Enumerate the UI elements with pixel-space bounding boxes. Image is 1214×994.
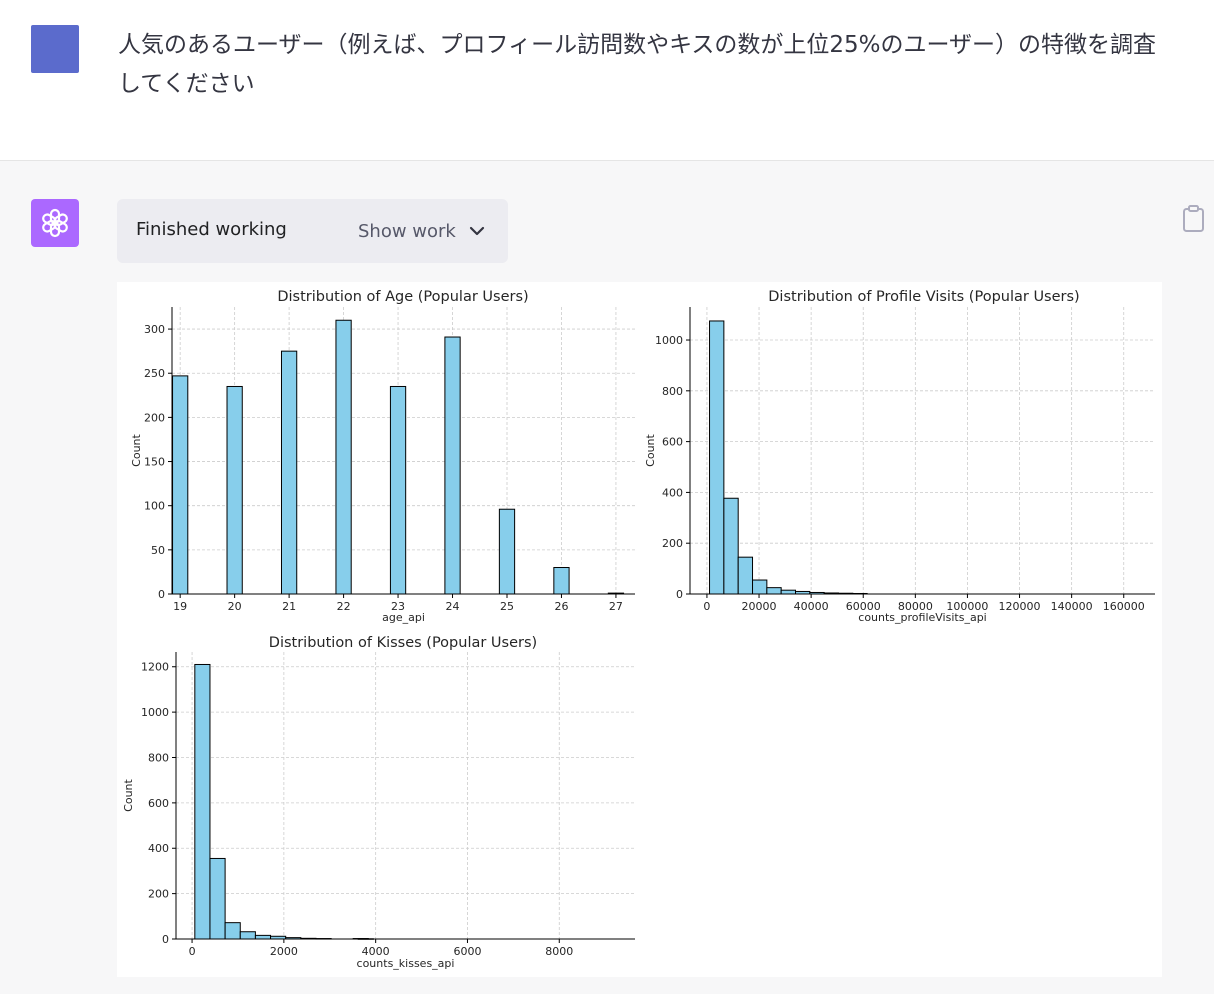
x-tick-label: 160000: [1103, 600, 1145, 613]
bar: [780, 589, 797, 595]
y-tick-label: 50: [151, 544, 165, 557]
openai-logo-icon: [42, 208, 68, 238]
x-tick-label: 22: [337, 600, 351, 613]
x-tick-label: 25: [500, 600, 514, 613]
y-axis-label: Count: [122, 778, 135, 811]
x-tick-label: 2000: [270, 945, 298, 958]
bar: [280, 350, 298, 595]
x-tick-label: 20000: [742, 600, 777, 613]
x-axis-label: counts_profileVisits_api: [858, 611, 986, 624]
y-tick-label: 600: [148, 797, 169, 810]
chart-title: Distribution of Age (Popular Users): [277, 289, 528, 305]
bar: [254, 934, 272, 940]
bar: [389, 385, 407, 595]
y-axis-label: Count: [644, 433, 657, 466]
y-tick-label: 400: [148, 842, 169, 855]
chart-3: 0200400600800100012000 2000 4000 6000 8000Di…: [122, 635, 635, 970]
y-tick-label: 0: [162, 933, 169, 946]
y-tick-label: 800: [148, 751, 169, 764]
bar: [498, 508, 516, 595]
y-tick-label: 1000: [655, 334, 683, 347]
chart-title: Distribution of Profile Visits (Popular …: [768, 289, 1079, 305]
user-message: 人気のあるユーザー（例えば、プロフィール訪問数やキスの数が上位25%のユーザー）…: [0, 0, 1214, 161]
bar: [209, 857, 226, 940]
y-tick-label: 150: [144, 456, 165, 469]
bar: [766, 587, 782, 595]
show-work-button[interactable]: Show work: [358, 213, 486, 249]
bar: [709, 320, 725, 595]
assistant-avatar: [31, 199, 79, 247]
bar: [752, 579, 768, 595]
chart-2: 020040060080010000 20000 40000 60000 80000 10…: [644, 289, 1155, 624]
bar: [224, 922, 241, 940]
bar: [172, 375, 189, 595]
user-message-text: 人気のあるユーザー（例えば、プロフィール訪問数やキスの数が上位25%のユーザー）…: [118, 32, 1157, 97]
bar: [553, 567, 570, 595]
charts-svg: 05010015020025030019 20 21 22 23 24 25 26 27Dist…: [122, 289, 1155, 970]
y-tick-label: 0: [676, 588, 683, 601]
x-tick-label: 26: [554, 600, 568, 613]
y-axis-label: Count: [130, 433, 143, 466]
y-tick-label: 250: [144, 367, 165, 380]
work-status-text: Finished working: [136, 219, 287, 240]
y-tick-label: 1200: [141, 661, 169, 674]
bar: [335, 319, 352, 595]
x-tick-label: 40000: [794, 600, 829, 613]
y-tick-label: 100: [144, 500, 165, 513]
work-status-box: Finished working Show work: [117, 199, 508, 263]
x-tick-label: 20: [228, 600, 242, 613]
y-tick-label: 800: [662, 385, 683, 398]
x-tick-label: 120000: [999, 600, 1041, 613]
clipboard-icon[interactable]: [1180, 204, 1208, 234]
show-work-label: Show work: [358, 220, 456, 242]
y-tick-label: 200: [148, 888, 169, 901]
x-tick-label: 0: [703, 600, 710, 613]
y-tick-label: 600: [662, 436, 683, 449]
bar: [226, 385, 243, 595]
x-tick-label: 8000: [545, 945, 573, 958]
y-tick-label: 200: [144, 411, 165, 424]
x-tick-label: 0: [189, 945, 196, 958]
x-axis-label: counts_kisses_api: [357, 957, 455, 970]
chevron-down-icon: [469, 226, 484, 236]
bar: [239, 931, 256, 940]
bar: [737, 556, 754, 595]
y-tick-label: 200: [662, 537, 683, 550]
x-tick-label: 19: [173, 600, 187, 613]
x-tick-label: 21: [282, 600, 296, 613]
bar: [444, 336, 461, 595]
user-avatar: [31, 25, 79, 73]
chart-1: 05010015020025030019 20 21 22 23 24 25 26 27Dist…: [130, 289, 635, 624]
x-tick-label: 24: [446, 600, 460, 613]
x-tick-label: 6000: [453, 945, 481, 958]
y-tick-label: 1000: [141, 706, 169, 719]
y-tick-label: 300: [144, 323, 165, 336]
bar: [723, 497, 739, 595]
chart-title: Distribution of Kisses (Popular Users): [269, 635, 537, 651]
y-tick-label: 400: [662, 486, 683, 499]
x-axis-label: age_api: [382, 611, 425, 624]
x-tick-label: 140000: [1051, 600, 1093, 613]
y-tick-label: 0: [158, 588, 165, 601]
x-tick-label: 27: [609, 600, 623, 613]
bar: [194, 663, 211, 940]
chart-figure: 0 50 100 150 200 250 300 19 20 21 22 23 24 25 26 27 Dist…: [117, 282, 1162, 977]
